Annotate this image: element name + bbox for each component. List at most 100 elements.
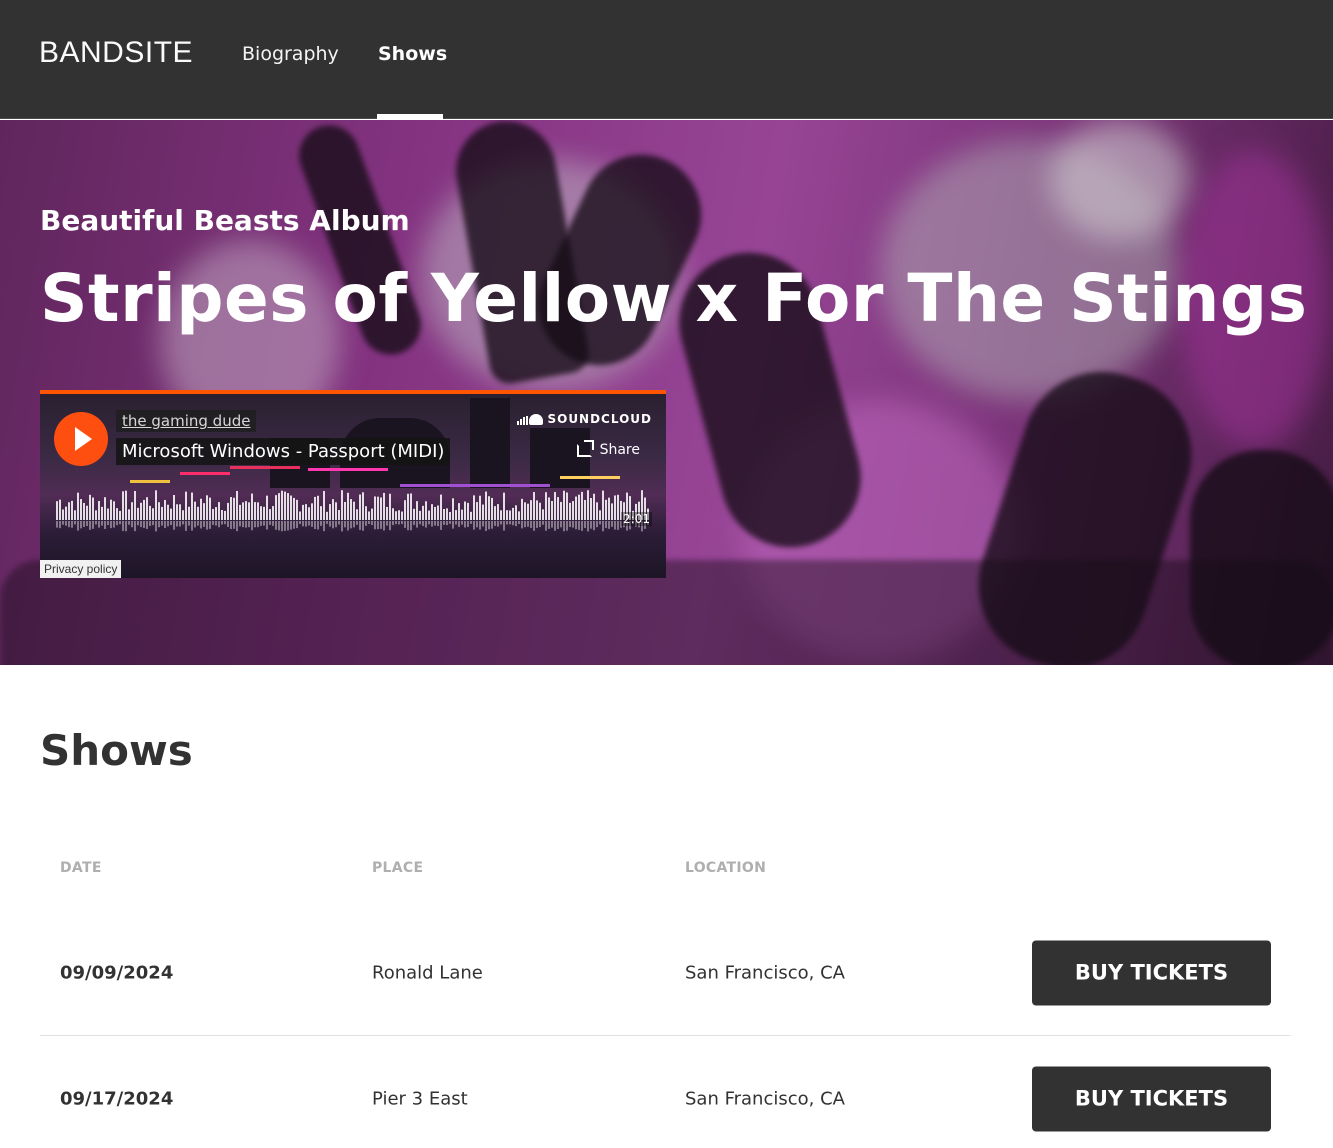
column-header-location: LOCATION [685,860,767,876]
waveform-bar [587,490,589,520]
waveform-bar [65,506,67,520]
waveform-bar [521,498,523,520]
waveform-bar [230,497,232,520]
waveform-bar [77,492,79,520]
album-subtitle: Beautiful Beasts Album [40,204,410,237]
show-date: 09/17/2024 [60,1088,174,1110]
waveform-bar [596,502,598,520]
hero-banner: Beautiful Beasts Album Stripes of Yellow… [0,120,1333,665]
waveform-reflection [452,521,454,529]
active-nav-indicator [377,114,443,119]
waveform-reflection [554,521,556,531]
waveform-reflection [314,521,316,530]
column-header-place: PLACE [372,860,424,876]
play-button[interactable] [54,412,108,466]
waveform-reflection [368,521,370,524]
waveform-reflection [464,521,466,528]
buy-tickets-button[interactable]: BUY TICKETS [1032,1066,1271,1132]
waveform-bar [203,503,205,520]
show-row[interactable]: 09/17/2024 Pier 3 East San Francisco, CA… [40,1036,1291,1148]
waveform-reflection [107,521,109,526]
waveform-reflection [134,521,136,532]
waveform-reflection [269,521,271,525]
nav-shows[interactable]: Shows [378,43,447,65]
waveform-reflection [230,521,232,530]
waveform-reflection [407,521,409,531]
neon-sign [180,472,230,475]
waveform-reflection [341,521,343,532]
waveform-reflection [347,521,349,531]
waveform-bar [59,499,61,520]
waveform-reflection [296,521,298,529]
waveform-reflection [335,521,337,528]
show-row[interactable]: 09/09/2024 Ronald Lane San Francisco, CA… [40,910,1291,1036]
waveform-bar [116,508,118,520]
share-button[interactable]: Share [576,439,640,458]
waveform[interactable] [56,490,652,534]
waveform-reflection [470,521,472,524]
waveform-reflection [308,521,310,526]
site-logo[interactable]: BANDSITE [39,36,193,70]
waveform-reflection [404,521,406,528]
waveform-bar [134,490,136,520]
waveform-reflection [146,521,148,529]
artist-link[interactable]: the gaming dude [116,410,257,432]
waveform-bar [89,494,91,520]
waveform-reflection [62,521,64,525]
track-duration: 2:01 [621,512,652,526]
waveform-reflection [533,521,535,531]
waveform-bar [446,508,448,520]
waveform-bar [260,506,262,520]
waveform-reflection [485,521,487,531]
waveform-bar [257,502,259,520]
waveform-bar [584,500,586,520]
waveform-reflection [191,521,193,531]
waveform-bar [503,492,505,520]
waveform-reflection [449,521,451,524]
waveform-bar [377,496,379,520]
waveform-bar [209,497,211,520]
soundcloud-logo[interactable]: SOUNDCLOUD [517,412,652,426]
waveform-reflection [323,521,325,532]
nav-biography[interactable]: Biography [242,43,339,65]
waveform-bar [167,504,169,520]
waveform-bar [599,510,601,520]
waveform-bar [590,498,592,520]
soundcloud-icon [517,413,544,425]
waveform-bar [224,510,226,520]
waveform-bar [218,502,220,520]
waveform-bar [470,511,472,520]
waveform-bar [182,510,184,520]
waveform-reflection [245,521,247,528]
waveform-reflection [413,521,415,525]
waveform-bar [239,504,241,520]
waveform-reflection [104,521,106,529]
track-title[interactable]: Microsoft Windows - Passport (MIDI) [116,438,451,465]
waveform-bar [290,495,292,520]
waveform-reflection [116,521,118,526]
privacy-policy-link[interactable]: Privacy policy [40,560,122,578]
waveform-reflection [392,521,394,526]
waveform-reflection [92,521,94,529]
waveform-reflection [353,521,355,528]
waveform-bar [74,510,76,520]
waveform-bar [617,494,619,520]
waveform-bar [68,502,70,520]
waveform-reflection [545,521,547,531]
waveform-reflection [596,521,598,528]
waveform-bar [581,491,583,520]
waveform-bar [563,490,565,520]
waveform-bar [575,496,577,520]
waveform-reflection [560,521,562,528]
buy-tickets-button[interactable]: BUY TICKETS [1032,940,1271,1006]
waveform-reflection [530,521,532,528]
waveform-reflection [80,521,82,529]
waveform-reflection [608,521,610,529]
waveform-bar [593,493,595,520]
waveform-reflection [95,521,97,525]
waveform-reflection [575,521,577,530]
waveform-bar [284,491,286,520]
neon-sign [400,484,550,487]
waveform-reflection [494,521,496,526]
waveform-reflection [77,521,79,531]
